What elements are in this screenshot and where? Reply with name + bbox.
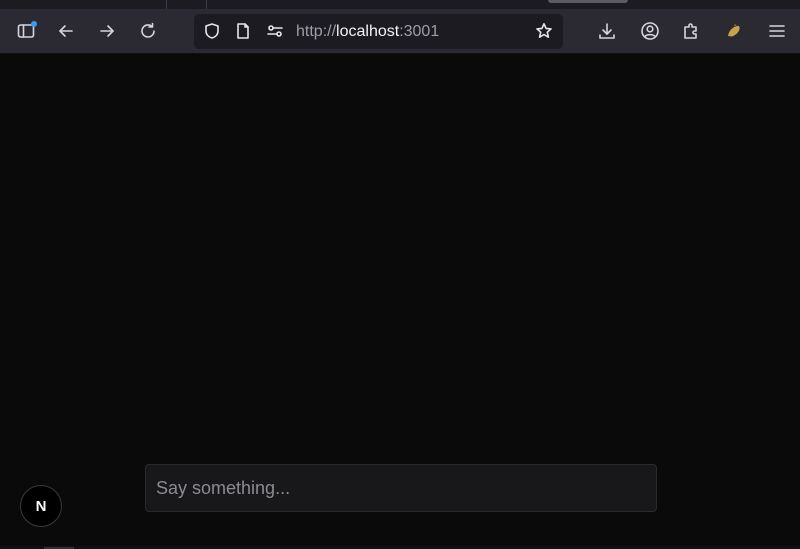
- tab-divider: [206, 0, 207, 9]
- url-port: :3001: [399, 23, 440, 40]
- download-icon: [599, 23, 615, 39]
- back-button[interactable]: [52, 17, 80, 45]
- hamburger-icon: [769, 25, 785, 37]
- page-content: N: [0, 55, 800, 549]
- account-icon: [641, 22, 659, 40]
- bookmark-button[interactable]: [534, 21, 554, 41]
- extensions-button[interactable]: [677, 17, 705, 45]
- permissions-icon: [267, 25, 283, 37]
- dev-badge-letter: N: [36, 498, 47, 515]
- tooltip-remnant: [548, 0, 628, 3]
- url-scheme: http://: [296, 23, 337, 40]
- puzzle-icon: [684, 23, 697, 39]
- permissions-button[interactable]: [265, 21, 285, 41]
- menu-button[interactable]: [763, 17, 791, 45]
- arrow-left-icon: [59, 25, 73, 37]
- tab-strip: [0, 0, 800, 9]
- extension-item-button[interactable]: [720, 17, 748, 45]
- forward-button[interactable]: [93, 17, 121, 45]
- address-bar[interactable]: http://localhost:3001: [194, 14, 563, 49]
- downloads-button[interactable]: [593, 17, 621, 45]
- extension-item-icon: [728, 23, 740, 37]
- page-icon: [237, 23, 249, 39]
- reload-icon: [141, 22, 155, 38]
- nextjs-dev-indicator-button[interactable]: N: [20, 485, 62, 527]
- star-icon: [536, 22, 552, 38]
- url-host: localhost: [336, 23, 400, 40]
- url-text[interactable]: http://localhost:3001: [296, 23, 439, 41]
- chat-message-input[interactable]: [145, 464, 657, 512]
- shield-icon: [205, 23, 219, 39]
- reload-button[interactable]: [134, 17, 162, 45]
- notification-dot: [31, 21, 37, 27]
- browser-window: http://localhost:3001 Say something... N: [0, 0, 800, 549]
- site-info-button[interactable]: [233, 21, 253, 41]
- nextjs-logo-icon: N: [36, 498, 47, 515]
- tab-divider: [166, 0, 167, 9]
- arrow-right-icon: [100, 25, 114, 37]
- browser-toolbar: http://localhost:3001: [0, 9, 800, 54]
- tracking-protection-button[interactable]: [202, 21, 222, 41]
- account-button[interactable]: [636, 17, 664, 45]
- sidebar-toggle-button[interactable]: [12, 17, 40, 45]
